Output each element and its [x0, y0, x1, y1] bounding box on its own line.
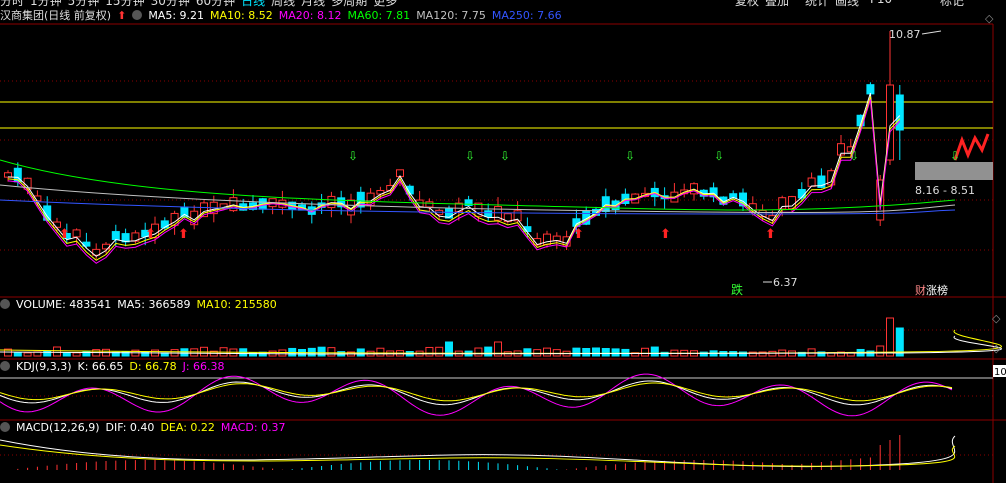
- volume-expand-icon: ◇: [992, 312, 1001, 325]
- volume-bar: [876, 345, 885, 357]
- volume-bar: [13, 352, 22, 357]
- volume-bar: [650, 346, 659, 357]
- buy-arrow-icon: ⬆: [573, 227, 584, 242]
- candle-body: [484, 210, 493, 218]
- volume-bar: [62, 352, 71, 357]
- volume-bar: [523, 348, 532, 357]
- buy-arrow-icon: ⬆: [178, 227, 189, 242]
- candle-body: [866, 84, 875, 95]
- buy-arrow-icon: ⬆: [765, 227, 776, 242]
- volume-bar: [543, 347, 551, 357]
- candle-body: [72, 229, 81, 238]
- volume-bar: [582, 347, 591, 357]
- low-price-label: 6.37: [773, 276, 798, 289]
- volume-bar: [611, 348, 620, 357]
- high-price-pointer: [921, 30, 942, 35]
- kdj-value-tag-text: 10: [994, 367, 1006, 378]
- sell-arrow-icon: ⇩: [348, 149, 358, 163]
- volume-bar: [601, 348, 610, 357]
- candle-body: [807, 177, 816, 187]
- tag-fin-label: 财: [915, 283, 926, 297]
- volume-bar: [484, 346, 493, 357]
- tag-up-label: 涨榜: [926, 283, 948, 297]
- volume-bar: [53, 346, 61, 357]
- tag-down-label: 跌: [731, 282, 743, 297]
- sell-arrow-icon: ⇩: [714, 149, 724, 163]
- stock-chart[interactable]: ⬆ ⬆ ⬆ ⬆ ⬆ ⬆ ⇩ ⇩ ⇩ ⇩ ⇩ ⇩ ⇩ 10.87 6.37 8.16 - 8.51 跌 财涨榜 10 ◇…: [0, 0, 1006, 483]
- volume-bar: [474, 347, 483, 357]
- range-band: [915, 162, 993, 180]
- chart-option-icon: ◇: [985, 12, 994, 25]
- buy-arrow-icon: ⬆: [660, 227, 671, 242]
- macd-dif-line: [0, 435, 956, 468]
- volume-bar: [72, 352, 81, 357]
- volume-bar: [886, 317, 894, 357]
- volume-bar: [317, 346, 326, 357]
- kdj-k-line: [0, 380, 953, 406]
- kdj-j-line: [0, 373, 953, 417]
- candle-body: [552, 235, 561, 242]
- candle-body: [895, 94, 904, 131]
- high-price-label: 10.87: [889, 28, 921, 41]
- volume-bar: [23, 352, 32, 357]
- range-label: 8.16 - 8.51: [915, 184, 975, 197]
- volume-bar: [307, 347, 316, 357]
- ma120-line: [0, 184, 956, 214]
- buy-arrow-icon: ⬆: [145, 227, 156, 242]
- sell-arrow-icon: ⇩: [465, 149, 475, 163]
- buy-arrow-icon: ⬆: [59, 227, 70, 242]
- volume-bar: [621, 348, 630, 357]
- volume-bar: [376, 347, 385, 357]
- volume-bar: [435, 346, 444, 357]
- volume-bar: [552, 349, 561, 357]
- candle-body: [327, 195, 336, 209]
- candle-body: [4, 172, 12, 178]
- candle-body: [111, 231, 120, 241]
- sell-arrow-icon: ⇩: [625, 149, 635, 163]
- sell-arrow-icon: ⇩: [849, 149, 859, 163]
- volume-bar: [121, 350, 130, 357]
- volume-bar: [327, 347, 336, 357]
- sell-arrow-icon: ⇩: [500, 149, 510, 163]
- volume-bar: [592, 347, 600, 357]
- volume-bar: [425, 346, 434, 357]
- sell-arrow-icon: ⇩: [950, 149, 960, 163]
- volume-bar: [572, 347, 581, 357]
- volume-collapse-icon: ◇: [992, 342, 1001, 355]
- volume-bar: [641, 347, 649, 357]
